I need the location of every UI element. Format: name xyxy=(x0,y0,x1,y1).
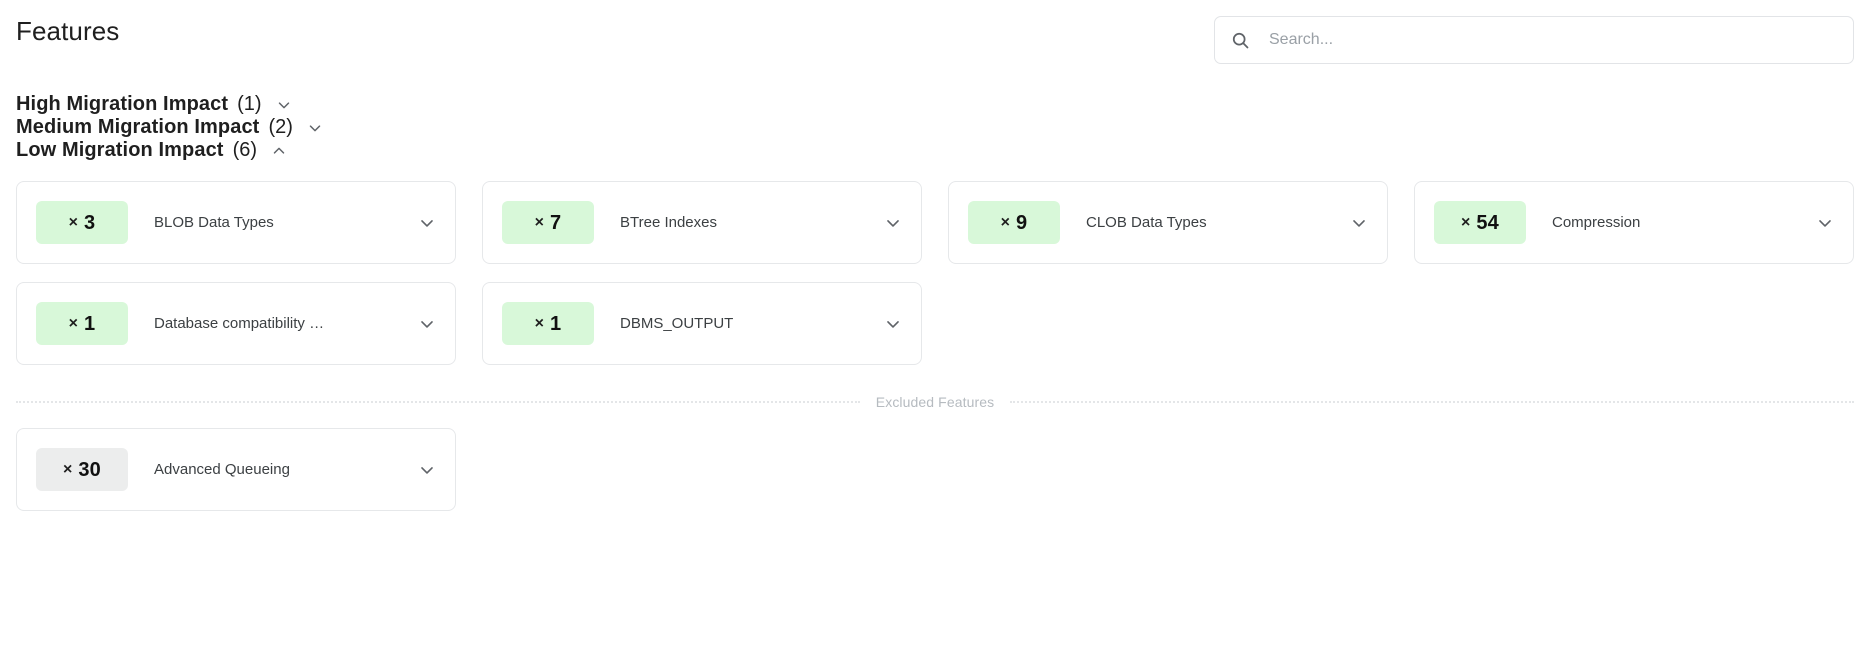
group-count-high: (1) xyxy=(237,93,262,115)
chevron-down-icon[interactable] xyxy=(882,313,904,335)
chevron-down-icon[interactable] xyxy=(273,94,295,116)
excluded-features-divider: Excluded Features xyxy=(16,394,1854,410)
search-icon xyxy=(1229,29,1251,51)
feature-count: 54 xyxy=(1476,211,1499,234)
multiply-symbol: × xyxy=(1000,213,1010,231)
feature-count: 3 xyxy=(84,211,96,234)
multiply-symbol: × xyxy=(1461,213,1471,231)
group-header-medium[interactable]: Medium Migration Impact (2) xyxy=(16,116,1854,139)
feature-count-badge: × 3 xyxy=(36,201,128,244)
feature-card[interactable]: × 3 BLOB Data Types xyxy=(16,181,456,264)
feature-count-badge: × 1 xyxy=(502,302,594,345)
multiply-symbol: × xyxy=(68,213,78,231)
feature-name: Database compatibility … xyxy=(154,315,325,332)
divider-rule-right xyxy=(1010,401,1854,403)
group-header-low[interactable]: Low Migration Impact (6) xyxy=(16,139,1854,162)
multiply-symbol: × xyxy=(534,213,544,231)
feature-name: BLOB Data Types xyxy=(154,214,274,231)
chevron-down-icon[interactable] xyxy=(416,313,438,335)
feature-card[interactable]: × 1 DBMS_OUTPUT xyxy=(482,282,922,365)
divider-rule-left xyxy=(16,401,860,403)
feature-count-badge: × 7 xyxy=(502,201,594,244)
page-title: Features xyxy=(16,16,120,46)
feature-name: CLOB Data Types xyxy=(1086,214,1207,231)
feature-count: 1 xyxy=(84,312,96,335)
feature-count-badge: × 9 xyxy=(968,201,1060,244)
chevron-down-icon[interactable] xyxy=(416,459,438,481)
group-count-medium: (2) xyxy=(268,116,293,138)
feature-count-badge: × 30 xyxy=(36,448,128,491)
feature-name: BTree Indexes xyxy=(620,214,717,231)
chevron-down-icon[interactable] xyxy=(882,212,904,234)
feature-name: Advanced Queueing xyxy=(154,461,290,478)
search-input[interactable] xyxy=(1251,31,1839,49)
excluded-features-label: Excluded Features xyxy=(875,394,995,410)
search-box[interactable] xyxy=(1214,16,1854,64)
feature-count-badge: × 1 xyxy=(36,302,128,345)
feature-count-badge: × 54 xyxy=(1434,201,1526,244)
group-count-low: (6) xyxy=(232,139,258,161)
chevron-down-icon[interactable] xyxy=(1814,212,1836,234)
feature-count: 1 xyxy=(550,312,562,335)
feature-count: 30 xyxy=(78,458,101,481)
feature-count: 7 xyxy=(550,211,562,234)
group-title-high: High Migration Impact xyxy=(16,93,229,115)
multiply-symbol: × xyxy=(68,314,78,332)
chevron-up-icon[interactable] xyxy=(268,140,290,162)
feature-count: 9 xyxy=(1016,211,1028,234)
multiply-symbol: × xyxy=(534,314,544,332)
feature-card[interactable]: × 1 Database compatibility … xyxy=(16,282,456,365)
feature-card-grid: × 3 BLOB Data Types × 7 BTree Indexes × … xyxy=(16,181,1854,365)
excluded-feature-card-grid: × 30 Advanced Queueing xyxy=(16,428,1854,511)
feature-card[interactable]: × 9 CLOB Data Types xyxy=(948,181,1388,264)
feature-card[interactable]: × 54 Compression xyxy=(1414,181,1854,264)
group-header-high[interactable]: High Migration Impact (1) xyxy=(16,93,1854,116)
multiply-symbol: × xyxy=(63,460,73,478)
feature-name: DBMS_OUTPUT xyxy=(620,315,734,332)
feature-card[interactable]: × 30 Advanced Queueing xyxy=(16,428,456,511)
chevron-down-icon[interactable] xyxy=(304,117,326,139)
chevron-down-icon[interactable] xyxy=(416,212,438,234)
page-header: Features xyxy=(16,0,1854,64)
chevron-down-icon[interactable] xyxy=(1348,212,1370,234)
group-title-low: Low Migration Impact xyxy=(16,139,224,161)
group-title-medium: Medium Migration Impact xyxy=(16,116,260,138)
feature-card[interactable]: × 7 BTree Indexes xyxy=(482,181,922,264)
features-page: Features High Migration Impact (1) Mediu… xyxy=(0,0,1870,668)
feature-name: Compression xyxy=(1552,214,1641,231)
